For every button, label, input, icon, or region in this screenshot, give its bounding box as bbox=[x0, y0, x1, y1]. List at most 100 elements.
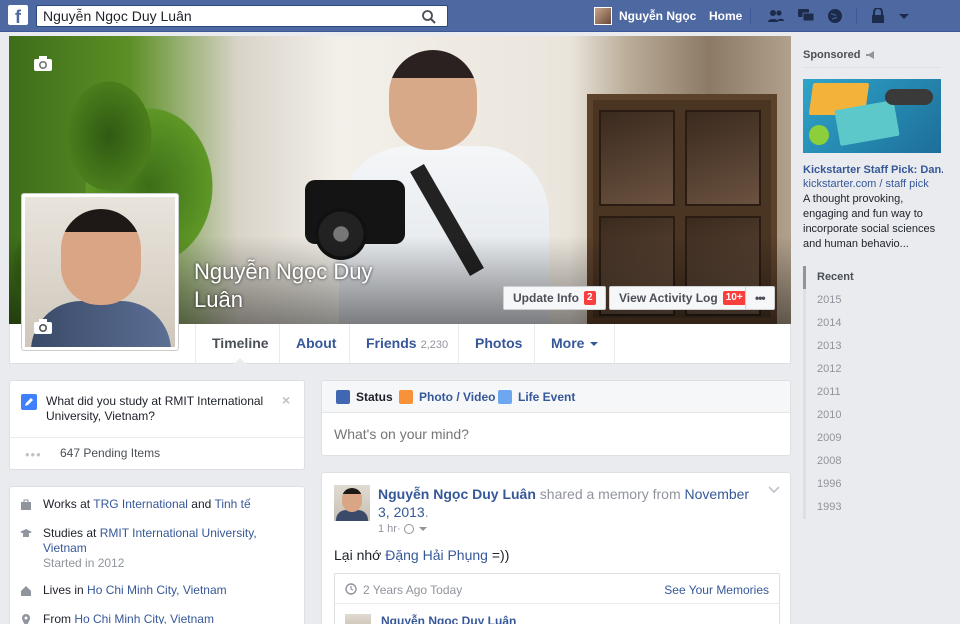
work-company-link-2[interactable]: Tinh tế bbox=[214, 497, 250, 511]
ad-domain-link[interactable]: kickstarter.com / staff pick bbox=[803, 178, 929, 190]
year-2014[interactable]: 2014 bbox=[803, 312, 943, 335]
tab-photos-label: Photos bbox=[475, 335, 523, 351]
post-body: Lại nhớ Đặng Hải Phụng =)) bbox=[334, 547, 509, 563]
year-2015[interactable]: 2015 bbox=[803, 289, 943, 312]
year-2013[interactable]: 2013 bbox=[803, 335, 943, 358]
intro-work-row: Works at TRG International and Tinh tế bbox=[20, 497, 300, 512]
search-input[interactable] bbox=[37, 6, 407, 26]
year-1996[interactable]: 1996 bbox=[803, 473, 943, 496]
composer-tab-status[interactable]: Status bbox=[336, 390, 393, 404]
tab-photos[interactable]: Photos bbox=[458, 324, 538, 363]
ad-image[interactable] bbox=[803, 79, 941, 153]
lives-city-link[interactable]: Ho Chi Minh City, Vietnam bbox=[87, 583, 227, 597]
post-body-prefix: Lại nhớ bbox=[334, 547, 386, 563]
tab-friends[interactable]: Friends 2,230 bbox=[349, 324, 464, 363]
tab-about[interactable]: About bbox=[279, 324, 352, 363]
composer-tab-photo[interactable]: Photo / Video bbox=[399, 390, 495, 404]
megaphone-icon[interactable] bbox=[865, 50, 877, 60]
friend-requests-icon[interactable] bbox=[767, 8, 785, 24]
memory-header: 2 Years Ago Today See Your Memories bbox=[335, 574, 779, 604]
pending-dots-icon: ••• bbox=[25, 447, 42, 462]
lives-prefix: Lives in bbox=[43, 583, 88, 597]
top-divider bbox=[750, 8, 751, 24]
see-memories-link[interactable]: See Your Memories bbox=[664, 583, 769, 597]
from-city-link[interactable]: Ho Chi Minh City, Vietnam bbox=[74, 612, 214, 624]
card-divider bbox=[10, 437, 304, 438]
account-menu-caret-icon[interactable] bbox=[895, 8, 913, 24]
tab-friends-label: Friends bbox=[366, 335, 417, 351]
status-composer: Status Photo / Video Life Event bbox=[321, 380, 791, 456]
intro-study-row: Studies at RMIT International University… bbox=[20, 526, 300, 571]
pending-items-link[interactable]: 647 Pending Items bbox=[60, 446, 160, 460]
post-time[interactable]: 1 hr bbox=[378, 523, 397, 535]
post-action: shared a memory from bbox=[535, 486, 685, 502]
study-prefix: Studies at bbox=[43, 526, 100, 540]
post-options-chevron-icon[interactable] bbox=[768, 485, 780, 495]
facebook-logo[interactable]: f bbox=[8, 5, 28, 25]
friends-count: 2,230 bbox=[420, 339, 449, 351]
year-2011[interactable]: 2011 bbox=[803, 381, 943, 404]
post-author-link[interactable]: Nguyễn Ngọc Duy Luân bbox=[378, 486, 536, 502]
close-icon[interactable]: × bbox=[282, 393, 294, 407]
update-info-badge: 2 bbox=[584, 291, 596, 305]
chevron-down-icon[interactable] bbox=[418, 527, 427, 535]
update-info-button[interactable]: Update Info 2 bbox=[503, 286, 606, 310]
activity-log-badge: 10+ bbox=[722, 291, 746, 305]
year-recent[interactable]: Recent bbox=[803, 266, 943, 289]
post-body-suffix: =)) bbox=[487, 547, 510, 563]
notifications-globe-icon[interactable] bbox=[826, 8, 844, 24]
tab-about-label: About bbox=[296, 335, 337, 351]
intro-lives-row: Lives in Ho Chi Minh City, Vietnam bbox=[20, 583, 300, 598]
view-activity-log-button[interactable]: View Activity Log 10+ bbox=[609, 286, 756, 310]
profile-picture[interactable] bbox=[21, 193, 179, 351]
home-link[interactable]: Home bbox=[709, 9, 742, 23]
ad-description[interactable]: A thought provoking, engaging and fun wa… bbox=[803, 192, 943, 252]
intro-card: Works at TRG International and Tinh tế S… bbox=[9, 486, 305, 624]
more-options-button[interactable]: ••• bbox=[745, 286, 775, 310]
year-2010[interactable]: 2010 bbox=[803, 404, 943, 427]
top-user-link[interactable]: Nguyễn Ngọc bbox=[594, 6, 696, 26]
search-box[interactable] bbox=[36, 5, 448, 27]
composer-tabs: Status Photo / Video Life Event bbox=[322, 381, 790, 413]
composer-tab-life-event[interactable]: Life Event bbox=[498, 390, 575, 404]
year-2012[interactable]: 2012 bbox=[803, 358, 943, 381]
memory-title: 2 Years Ago Today bbox=[363, 583, 463, 597]
year-1993[interactable]: 1993 bbox=[803, 496, 943, 519]
briefcase-icon bbox=[21, 499, 31, 510]
tab-timeline[interactable]: Timeline bbox=[195, 324, 285, 364]
study-prompt-text[interactable]: What did you study at RMIT International… bbox=[46, 394, 276, 424]
timeline-post: Nguyễn Ngọc Duy Luân shared a memory fro… bbox=[321, 472, 791, 624]
year-2009[interactable]: 2009 bbox=[803, 427, 943, 450]
study-started: Started in 2012 bbox=[43, 556, 125, 570]
tab-more-label: More bbox=[551, 335, 585, 351]
tab-more[interactable]: More bbox=[534, 324, 616, 363]
status-input[interactable] bbox=[334, 426, 774, 442]
profile-camera-icon[interactable] bbox=[33, 319, 53, 335]
top-user-avatar bbox=[594, 7, 612, 25]
globe-icon[interactable] bbox=[403, 524, 414, 534]
composer-photo-label: Photo / Video bbox=[419, 390, 496, 404]
profile-photo bbox=[25, 197, 175, 347]
update-info-label: Update Info bbox=[513, 291, 579, 305]
post-mention-link[interactable]: Đặng Hải Phụng bbox=[385, 547, 488, 563]
home-icon bbox=[21, 586, 31, 596]
sponsored-heading: Sponsored bbox=[803, 49, 877, 61]
search-icon[interactable] bbox=[421, 9, 437, 25]
cover-camera-icon[interactable] bbox=[33, 56, 53, 72]
clock-icon bbox=[345, 583, 357, 595]
memory-author-avatar[interactable] bbox=[345, 614, 371, 624]
ad-title-link[interactable]: Kickstarter Staff Pick: Dan... bbox=[803, 164, 943, 176]
profile-name[interactable]: Nguyễn Ngọc Duy Luân bbox=[194, 258, 414, 314]
memory-author-link[interactable]: Nguyễn Ngọc Duy Luân bbox=[381, 614, 516, 624]
year-2008[interactable]: 2008 bbox=[803, 450, 943, 473]
messages-icon[interactable] bbox=[797, 8, 815, 24]
pencil-icon bbox=[21, 394, 37, 410]
photo-icon bbox=[399, 390, 413, 404]
composer-status-label: Status bbox=[356, 390, 393, 404]
top-divider-2 bbox=[856, 8, 857, 24]
post-author-avatar[interactable] bbox=[334, 485, 370, 521]
privacy-shortcuts-icon[interactable] bbox=[869, 8, 887, 24]
composer-life-label: Life Event bbox=[518, 390, 576, 404]
work-company-link-1[interactable]: TRG International bbox=[93, 497, 188, 511]
location-pin-icon bbox=[22, 614, 30, 624]
